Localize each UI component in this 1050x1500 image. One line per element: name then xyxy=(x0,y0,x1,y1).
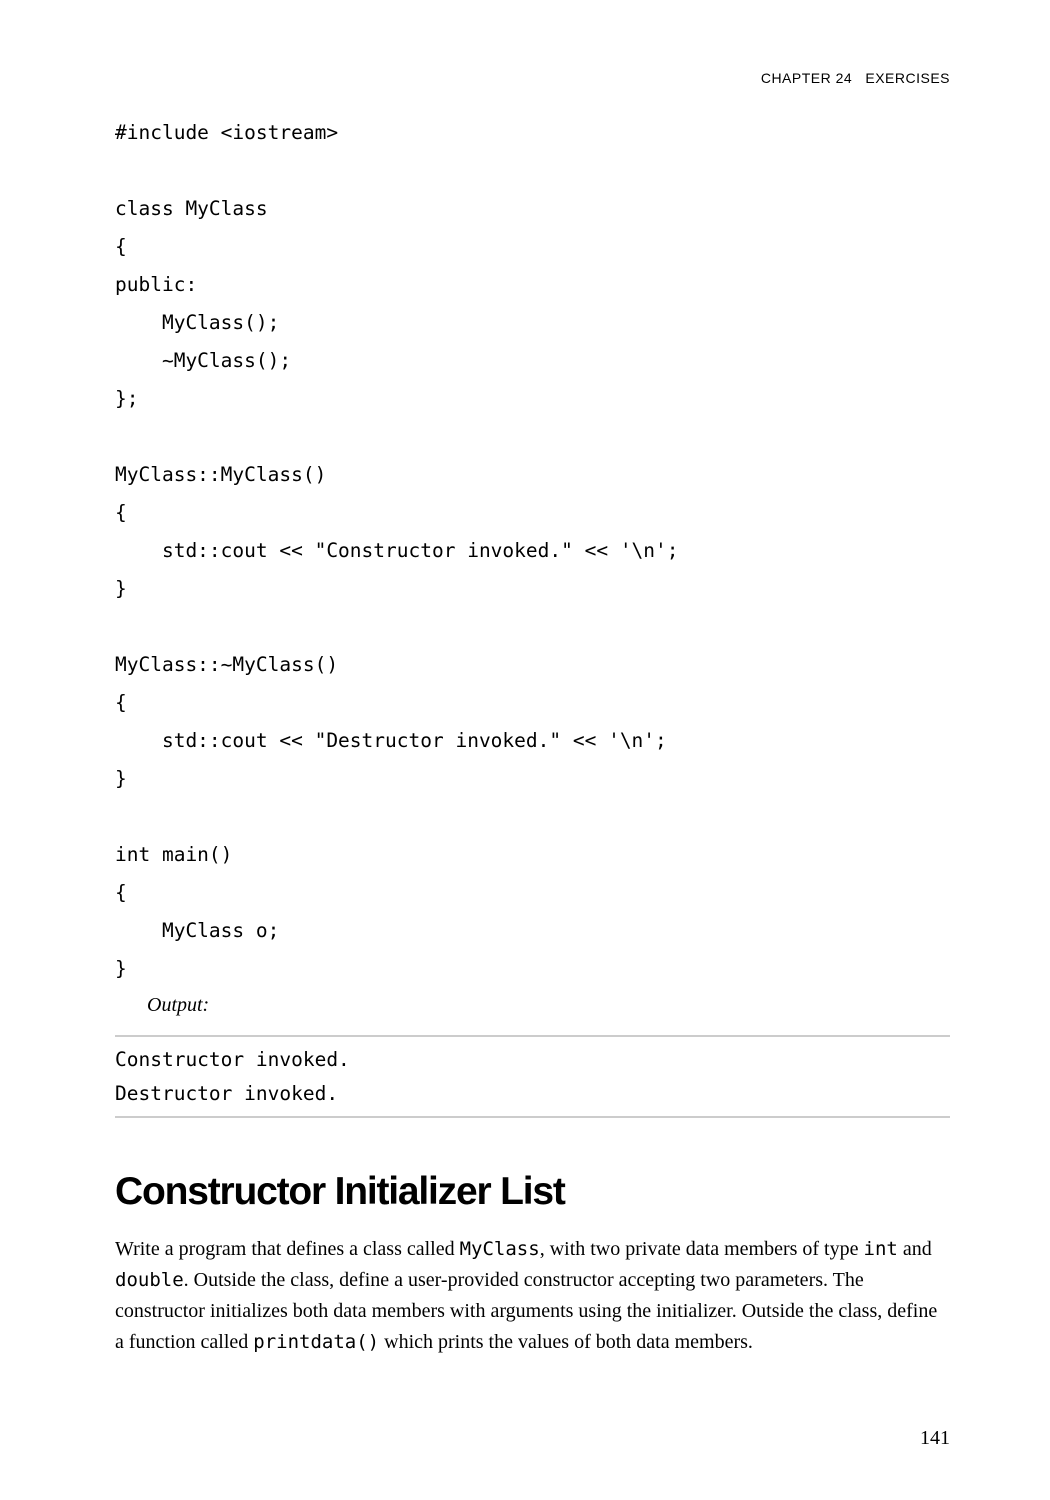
text-run: and xyxy=(898,1238,932,1260)
output-label: Output: xyxy=(115,994,950,1017)
inline-code: MyClass xyxy=(460,1238,540,1260)
inline-code: printdata() xyxy=(253,1331,379,1353)
section-paragraph: Write a program that defines a class cal… xyxy=(115,1234,950,1358)
code-block: #include <iostream> class MyClass { publ… xyxy=(115,114,950,988)
text-run: which prints the values of both data mem… xyxy=(379,1331,753,1353)
page-number: 141 xyxy=(920,1427,950,1450)
inline-code: int xyxy=(864,1238,898,1260)
output-block: Constructor invoked. Destructor invoked. xyxy=(115,1035,950,1117)
inline-code: double xyxy=(115,1269,184,1291)
chapter-title: EXERCISES xyxy=(865,70,950,86)
text-run: Write a program that defines a class cal… xyxy=(115,1238,460,1260)
page-header: CHAPTER 24 EXERCISES xyxy=(115,70,950,86)
chapter-label: CHAPTER 24 xyxy=(761,70,852,86)
section-heading: Constructor Initializer List xyxy=(115,1170,950,1214)
text-run: , with two private data members of type xyxy=(540,1238,864,1260)
